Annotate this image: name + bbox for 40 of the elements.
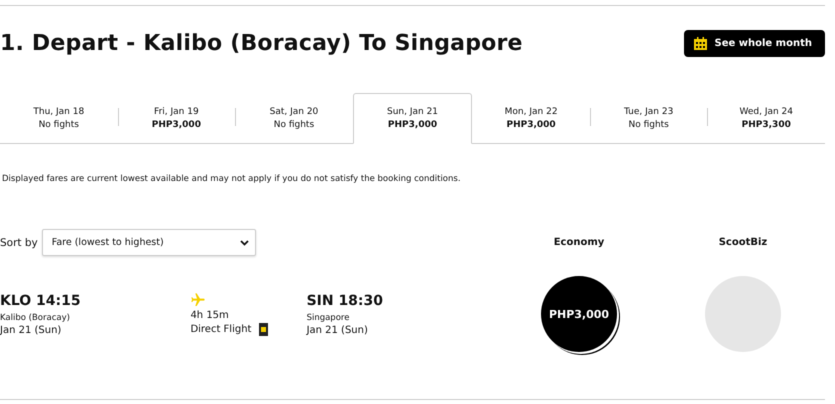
tab-fare: PHP3,000 [388, 120, 438, 130]
tab-date: Mon, Jan 22 [504, 106, 558, 116]
departure-city: Kalibo (Boracay) [0, 312, 71, 322]
tab-date: Wed, Jan 24 [739, 106, 794, 116]
tab-fare: PHP3,000 [506, 120, 556, 130]
tab-fare: PHP3,300 [742, 120, 791, 130]
date-tab[interactable]: Thu, Jan 18 No fights [0, 93, 118, 143]
fare-price-button[interactable]: PHP3,000 [541, 276, 617, 352]
fare-notice: Displayed fares are current lowest available and may not apply if you do not satisfy the booking conditions. [2, 174, 462, 184]
sort-label: Sort by [0, 236, 38, 248]
tab-fare: No fights [274, 120, 314, 130]
departure-time: KLO 14:15 [0, 292, 82, 308]
chevron-down-icon [240, 240, 249, 246]
tab-fare: No fights [628, 120, 669, 130]
see-whole-month-button[interactable]: See whole month [684, 30, 825, 57]
date-tab[interactable]: Sun, Jan 21 PHP3,000 [352, 93, 472, 144]
airplane-icon [190, 292, 206, 308]
tab-fare: PHP3,000 [152, 120, 201, 130]
date-tab[interactable]: Mon, Jan 22 PHP3,000 [472, 93, 590, 143]
tab-date: Sun, Jan 21 [387, 107, 438, 117]
fare-class-heading: Economy [552, 237, 606, 248]
arrival-date: Jan 21 (Sun) [306, 324, 369, 336]
date-tab[interactable]: Tue, Jan 23 No fights [590, 93, 708, 143]
page-heading: 1. Depart - Kalibo (Boracay) To Singapore [0, 31, 523, 56]
date-tab[interactable]: Sat, Jan 20 No fights [235, 93, 353, 143]
tab-date: Thu, Jan 18 [33, 106, 84, 116]
drink-icon [259, 323, 268, 336]
flight-duration: 4h 15m [190, 310, 230, 321]
arrival-city: Singapore [306, 312, 350, 322]
fare-class-heading: ScootBiz [718, 237, 768, 248]
tab-fare: No fights [38, 120, 79, 130]
arrival-time: SIN 18:30 [306, 292, 384, 308]
calendar-icon [694, 37, 707, 50]
flight-stops: Direct Flight [190, 324, 252, 335]
date-tab[interactable]: Fri, Jan 19 PHP3,000 [118, 93, 236, 143]
tab-date: Tue, Jan 23 [624, 106, 674, 116]
sort-select[interactable]: Fare (lowest to highest) [42, 229, 256, 256]
date-tab[interactable]: Wed, Jan 24 PHP3,300 [707, 93, 826, 143]
tab-date: Fri, Jan 19 [154, 106, 199, 116]
tab-date: Sat, Jan 20 [270, 106, 318, 116]
